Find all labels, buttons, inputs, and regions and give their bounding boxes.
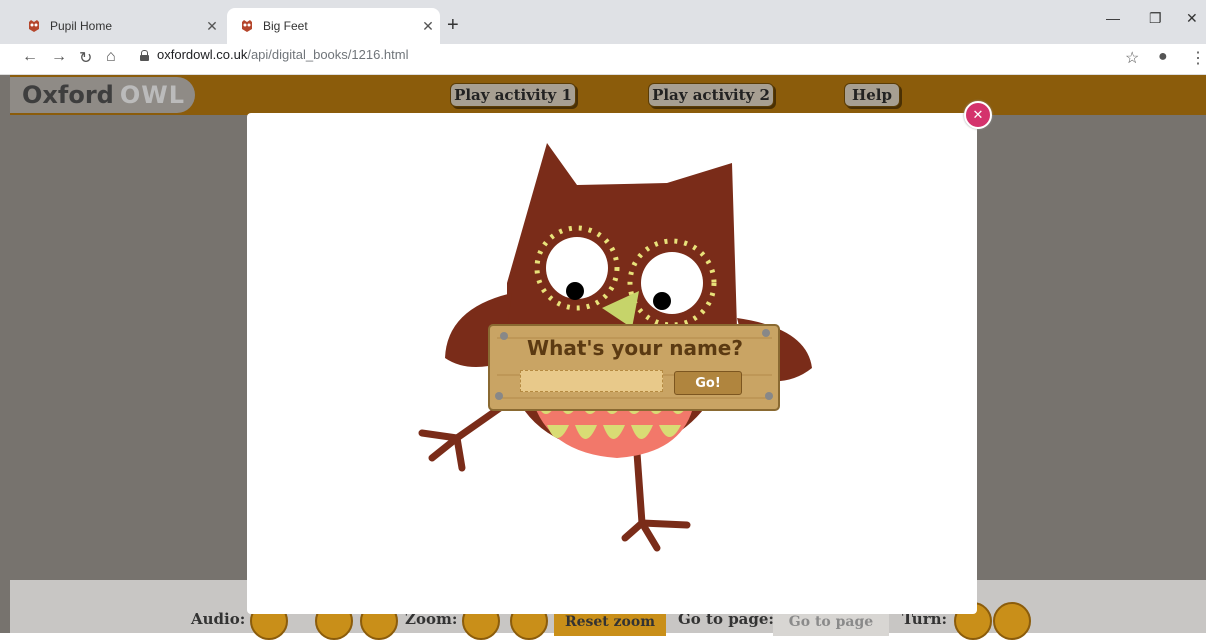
audio-label: Audio: — [191, 610, 246, 628]
minimize-icon[interactable]: — — [1106, 10, 1120, 26]
next-page-button[interactable] — [993, 602, 1031, 640]
close-tab-icon[interactable]: ✕ — [200, 18, 224, 35]
close-icon: ✕ — [972, 107, 984, 122]
tab-title: Big Feet — [263, 19, 308, 33]
back-icon[interactable]: ← — [22, 48, 38, 66]
forward-icon[interactable]: → — [51, 48, 67, 66]
reload-icon[interactable]: ↻ — [79, 48, 92, 68]
owl-favicon-icon — [239, 18, 255, 34]
home-icon[interactable]: ⌂ — [106, 48, 116, 66]
menu-icon[interactable]: ⋮ — [1190, 48, 1206, 68]
help-button[interactable]: Help — [844, 83, 900, 107]
tab-title: Pupil Home — [50, 19, 113, 33]
restore-icon[interactable]: ❐ — [1149, 10, 1162, 27]
owl-illustration — [418, 143, 812, 552]
play-activity-2-button[interactable]: Play activity 2 — [648, 83, 774, 107]
tab-big-feet[interactable]: Big Feet ✕ — [227, 8, 440, 44]
url-domain: oxfordowl.co.uk — [157, 47, 248, 62]
oxford-owl-logo[interactable]: Oxford OWL — [10, 77, 195, 113]
tab-pupil-home[interactable]: Pupil Home ✕ — [14, 8, 224, 44]
go-button[interactable]: Go! — [674, 371, 742, 395]
browser-toolbar: ← → ↻ ⌂ oxfordowl.co.uk/api/digital_book… — [0, 44, 1206, 75]
close-tab-icon[interactable]: ✕ — [416, 18, 440, 35]
owl-favicon-icon — [26, 18, 42, 34]
logo-text-oxford: Oxford — [22, 81, 114, 109]
account-icon[interactable]: ● — [1158, 48, 1168, 66]
name-prompt: What's your name? — [527, 336, 743, 360]
logo-text-owl: OWL — [119, 81, 185, 109]
address-bar[interactable]: oxfordowl.co.uk/api/digital_books/1216.h… — [140, 47, 409, 62]
close-modal-button[interactable]: ✕ — [964, 101, 992, 129]
lock-icon — [140, 49, 149, 61]
new-tab-icon[interactable]: + — [447, 12, 459, 38]
reader-header: Oxford OWL Play activity 1 Play activity… — [10, 75, 1206, 115]
bookmark-star-icon[interactable]: ☆ — [1125, 48, 1139, 68]
close-window-icon[interactable]: ✕ — [1186, 10, 1198, 27]
play-activity-1-button[interactable]: Play activity 1 — [450, 83, 576, 107]
url-path: /api/digital_books/1216.html — [247, 47, 409, 62]
name-input[interactable] — [520, 370, 663, 392]
browser-tab-bar: Pupil Home ✕ Big Feet ✕ + — ❐ ✕ — [0, 0, 1206, 44]
